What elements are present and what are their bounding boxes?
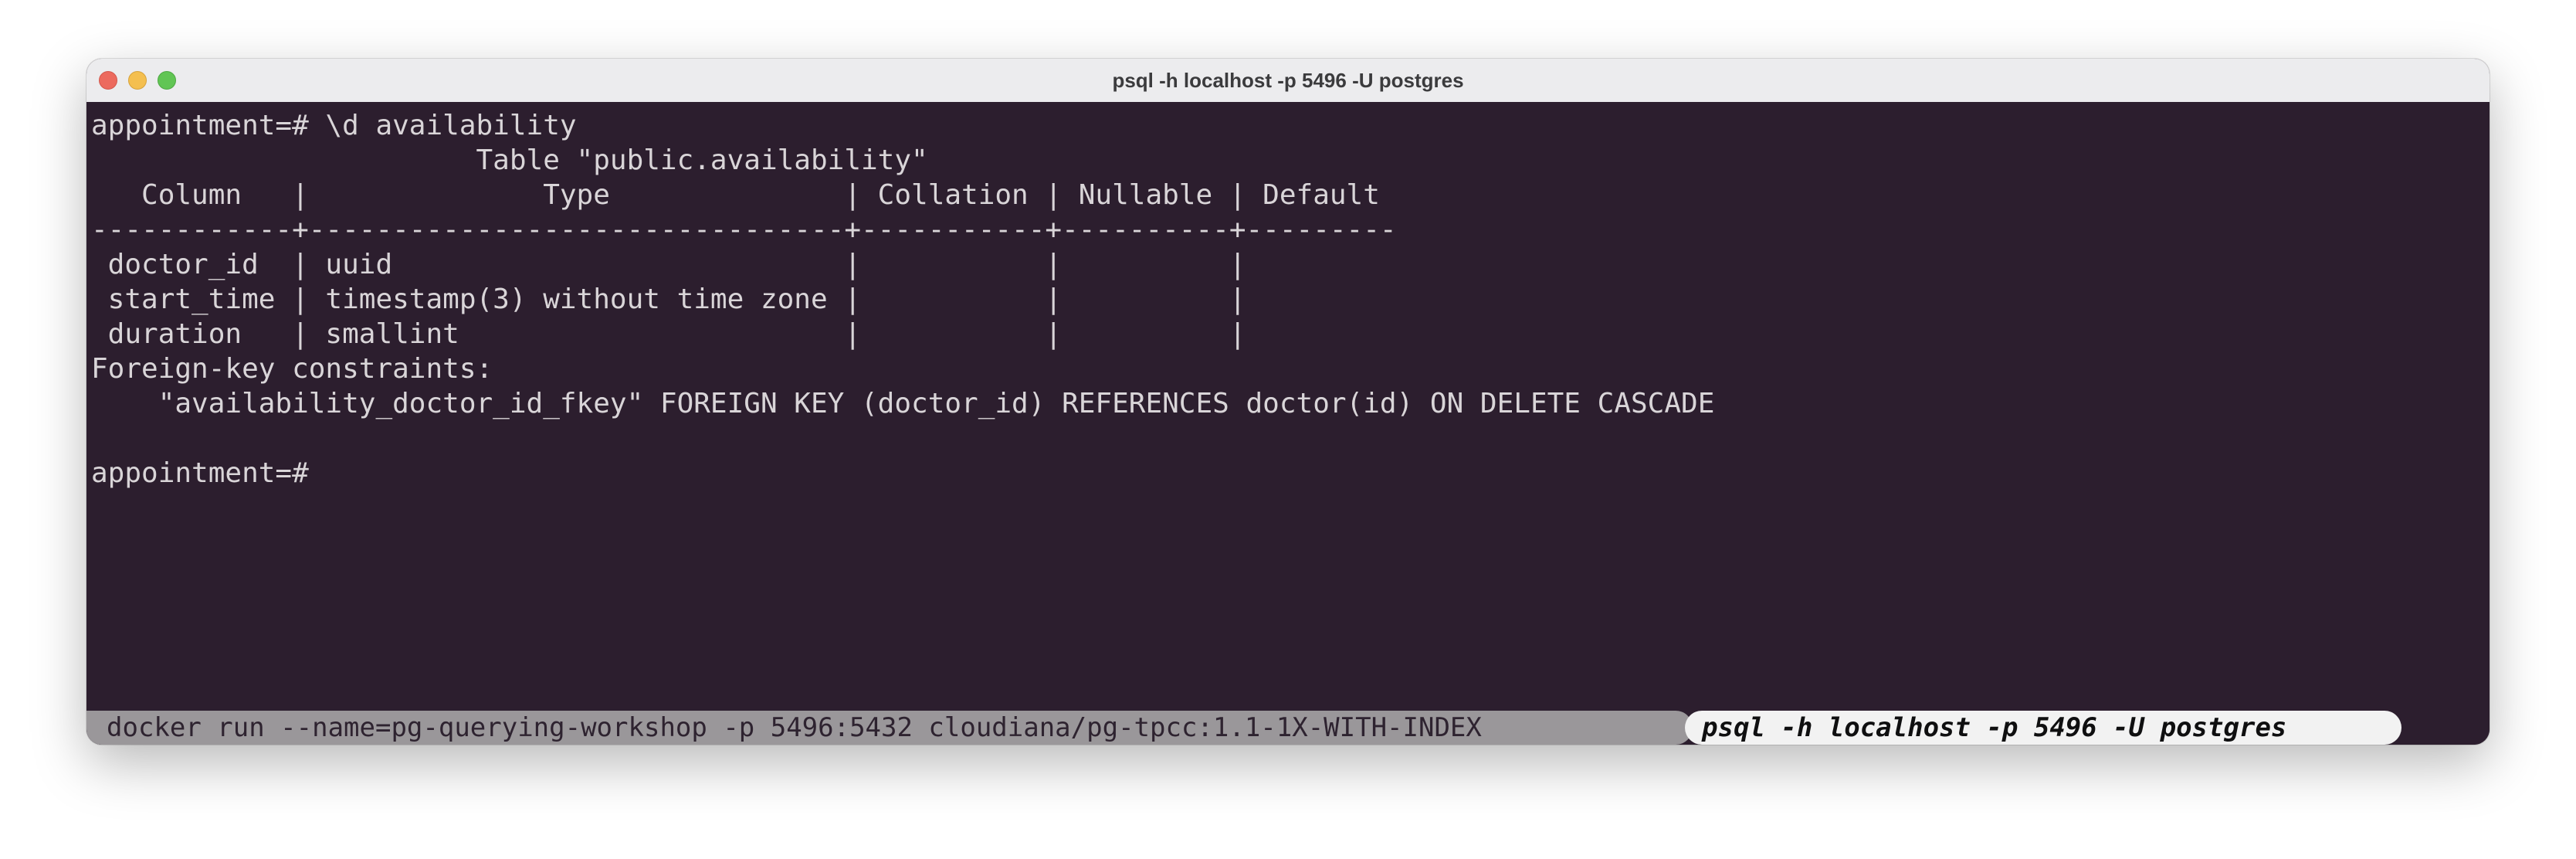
prompt-line: appointment=# \d availability xyxy=(91,110,577,141)
tab-docker-run[interactable]: docker run --name=pg-querying-workshop -… xyxy=(86,711,1693,745)
table-row: start_time | timestamp(3) without time z… xyxy=(91,284,1246,315)
tab-bar: docker run --name=pg-querying-workshop -… xyxy=(86,711,2490,745)
tab-psql[interactable]: psql -h localhost -p 5496 -U postgres xyxy=(1685,711,2401,745)
terminal-window: psql -h localhost -p 5496 -U postgres ap… xyxy=(86,59,2490,745)
table-caption: Table "public.availability" xyxy=(91,144,928,176)
tab-docker-run-label: docker run --name=pg-querying-workshop -… xyxy=(107,712,1482,743)
constraint-line: "availability_doctor_id_fkey" FOREIGN KE… xyxy=(91,388,1715,419)
terminal-output[interactable]: appointment=# \d availability Table "pub… xyxy=(86,102,2490,711)
current-prompt[interactable]: appointment=# xyxy=(91,456,2490,491)
table-row: duration | smallint | | | xyxy=(91,318,1246,350)
table-separator: ------------+---------------------------… xyxy=(91,214,1397,246)
table-row: doctor_id | uuid | | | xyxy=(91,249,1246,280)
table-header: Column | Type | Collation | Nullable | D… xyxy=(91,179,1380,211)
window-title: psql -h localhost -p 5496 -U postgres xyxy=(1112,69,1464,92)
tab-psql-label: psql -h localhost -p 5496 -U postgres xyxy=(1702,712,2287,743)
constraints-heading: Foreign-key constraints: xyxy=(91,353,493,385)
title-bar[interactable]: psql -h localhost -p 5496 -U postgres xyxy=(86,59,2490,103)
